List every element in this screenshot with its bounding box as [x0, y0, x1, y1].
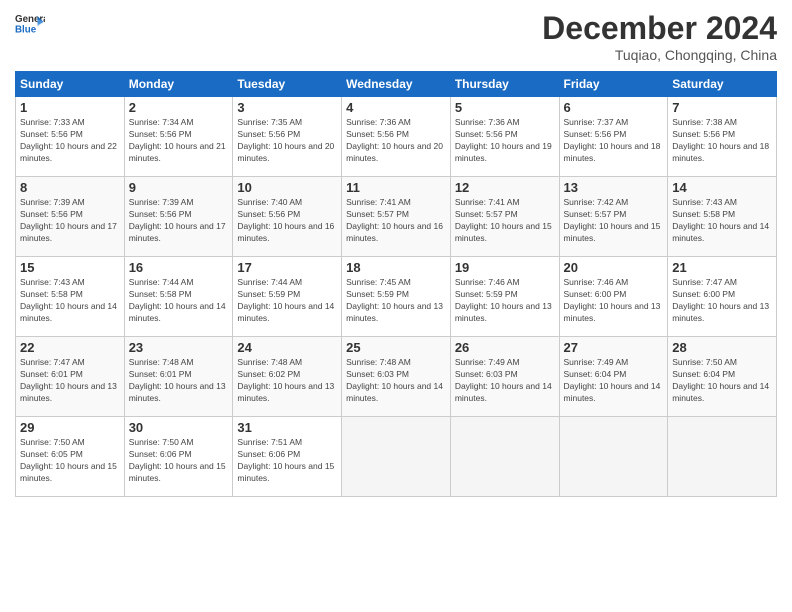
calendar-week-row-1: 8Sunrise: 7:39 AMSunset: 5:56 PMDaylight…	[16, 177, 777, 257]
calendar-cell: 23Sunrise: 7:48 AMSunset: 6:01 PMDayligh…	[124, 337, 233, 417]
calendar-cell: 4Sunrise: 7:36 AMSunset: 5:56 PMDaylight…	[342, 97, 451, 177]
calendar-cell: 9Sunrise: 7:39 AMSunset: 5:56 PMDaylight…	[124, 177, 233, 257]
header: General Blue December 2024 Tuqiao, Chong…	[15, 10, 777, 63]
calendar-cell: 28Sunrise: 7:50 AMSunset: 6:04 PMDayligh…	[668, 337, 777, 417]
calendar-cell: 20Sunrise: 7:46 AMSunset: 6:00 PMDayligh…	[559, 257, 668, 337]
calendar-week-row-2: 15Sunrise: 7:43 AMSunset: 5:58 PMDayligh…	[16, 257, 777, 337]
calendar-cell: 11Sunrise: 7:41 AMSunset: 5:57 PMDayligh…	[342, 177, 451, 257]
calendar-cell: 30Sunrise: 7:50 AMSunset: 6:06 PMDayligh…	[124, 417, 233, 497]
calendar-cell: 5Sunrise: 7:36 AMSunset: 5:56 PMDaylight…	[450, 97, 559, 177]
calendar-cell: 12Sunrise: 7:41 AMSunset: 5:57 PMDayligh…	[450, 177, 559, 257]
weekday-header-sunday: Sunday	[16, 72, 125, 97]
location: Tuqiao, Chongqing, China	[542, 47, 777, 63]
calendar-cell: 14Sunrise: 7:43 AMSunset: 5:58 PMDayligh…	[668, 177, 777, 257]
calendar-week-row-4: 29Sunrise: 7:50 AMSunset: 6:05 PMDayligh…	[16, 417, 777, 497]
calendar-cell	[342, 417, 451, 497]
calendar-cell: 13Sunrise: 7:42 AMSunset: 5:57 PMDayligh…	[559, 177, 668, 257]
calendar-cell: 3Sunrise: 7:35 AMSunset: 5:56 PMDaylight…	[233, 97, 342, 177]
calendar-cell: 27Sunrise: 7:49 AMSunset: 6:04 PMDayligh…	[559, 337, 668, 417]
calendar-week-row-3: 22Sunrise: 7:47 AMSunset: 6:01 PMDayligh…	[16, 337, 777, 417]
title-area: December 2024 Tuqiao, Chongqing, China	[542, 10, 777, 63]
calendar-cell	[668, 417, 777, 497]
calendar-cell: 18Sunrise: 7:45 AMSunset: 5:59 PMDayligh…	[342, 257, 451, 337]
calendar-cell: 31Sunrise: 7:51 AMSunset: 6:06 PMDayligh…	[233, 417, 342, 497]
calendar-week-row-0: 1Sunrise: 7:33 AMSunset: 5:56 PMDaylight…	[16, 97, 777, 177]
weekday-header-thursday: Thursday	[450, 72, 559, 97]
logo: General Blue	[15, 10, 45, 40]
calendar-cell: 2Sunrise: 7:34 AMSunset: 5:56 PMDaylight…	[124, 97, 233, 177]
weekday-header-wednesday: Wednesday	[342, 72, 451, 97]
calendar-cell: 24Sunrise: 7:48 AMSunset: 6:02 PMDayligh…	[233, 337, 342, 417]
calendar-table: SundayMondayTuesdayWednesdayThursdayFrid…	[15, 71, 777, 497]
calendar-cell: 21Sunrise: 7:47 AMSunset: 6:00 PMDayligh…	[668, 257, 777, 337]
calendar-cell: 8Sunrise: 7:39 AMSunset: 5:56 PMDaylight…	[16, 177, 125, 257]
calendar-cell: 17Sunrise: 7:44 AMSunset: 5:59 PMDayligh…	[233, 257, 342, 337]
calendar-cell: 6Sunrise: 7:37 AMSunset: 5:56 PMDaylight…	[559, 97, 668, 177]
calendar-cell: 25Sunrise: 7:48 AMSunset: 6:03 PMDayligh…	[342, 337, 451, 417]
weekday-header-saturday: Saturday	[668, 72, 777, 97]
calendar-cell: 29Sunrise: 7:50 AMSunset: 6:05 PMDayligh…	[16, 417, 125, 497]
calendar-cell: 26Sunrise: 7:49 AMSunset: 6:03 PMDayligh…	[450, 337, 559, 417]
calendar-cell: 22Sunrise: 7:47 AMSunset: 6:01 PMDayligh…	[16, 337, 125, 417]
calendar-cell: 1Sunrise: 7:33 AMSunset: 5:56 PMDaylight…	[16, 97, 125, 177]
calendar-cell: 15Sunrise: 7:43 AMSunset: 5:58 PMDayligh…	[16, 257, 125, 337]
calendar-cell: 10Sunrise: 7:40 AMSunset: 5:56 PMDayligh…	[233, 177, 342, 257]
calendar-cell: 16Sunrise: 7:44 AMSunset: 5:58 PMDayligh…	[124, 257, 233, 337]
calendar-cell	[559, 417, 668, 497]
calendar-cell: 7Sunrise: 7:38 AMSunset: 5:56 PMDaylight…	[668, 97, 777, 177]
weekday-header-friday: Friday	[559, 72, 668, 97]
weekday-header-row: SundayMondayTuesdayWednesdayThursdayFrid…	[16, 72, 777, 97]
svg-text:Blue: Blue	[15, 25, 37, 36]
weekday-header-monday: Monday	[124, 72, 233, 97]
month-title: December 2024	[542, 10, 777, 47]
calendar-cell: 19Sunrise: 7:46 AMSunset: 5:59 PMDayligh…	[450, 257, 559, 337]
calendar-cell	[450, 417, 559, 497]
logo-icon: General Blue	[15, 10, 45, 40]
page-container: General Blue December 2024 Tuqiao, Chong…	[0, 0, 792, 507]
weekday-header-tuesday: Tuesday	[233, 72, 342, 97]
